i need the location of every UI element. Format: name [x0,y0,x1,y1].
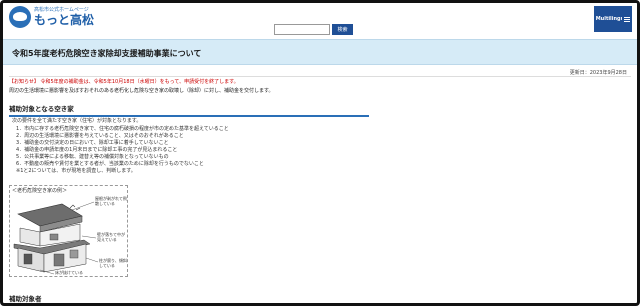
criteria-item: 2．周辺の生活環境に悪影響を与えていること、又はそのおそれがあること [16,133,184,139]
logo-mark-icon [9,6,31,28]
browser-frame: 高松市公式ホームページ もっと高松 検索 Multilingual 令和5年度老… [0,0,640,306]
logo-text: 高松市公式ホームページ もっと高松 [34,7,94,27]
search-input[interactable] [274,24,330,35]
page-title: 令和5年度老朽危険空き家除却支援補助事業について [12,49,202,58]
section-heading-target-houses: 補助対象となる空き家 [9,103,369,117]
figure-label: 屋根が剥がれて飛散している [95,196,127,206]
updated-date: 更新日：2023年9月28日 [569,70,627,76]
criteria-item: 5．公共事業等による移転、建替え等の補償対象となっていないもの [16,154,169,160]
section-intro: 次の要件を全て満たす空き家（住宅）が対象となります。 [12,118,142,124]
logo-main-text: もっと高松 [34,13,95,27]
footnote: ※1と2については、市が現地を調査し、判断します。 [16,168,136,174]
notice-description: 周辺の生活環境に悪影響を及ぼすおそれのある老朽化し危険な空き家の取壊し（除却）に… [9,88,274,94]
criteria-item: 3．補助金の交付決定の日において、除却工事に着手していないこと [16,140,169,146]
criteria-item: 6．不動産の販売や賃付を業とする者が、当該業のために除却を行うものでないこと [16,161,204,167]
notice: 【お知らせ】 令和5年度の補助金は、令和5年10月18日（水曜日）をもって、申請… [9,76,631,95]
site-logo[interactable]: 高松市公式ホームページ もっと高松 [9,6,94,28]
section-body: 次の要件を全て満たす空き家（住宅）が対象となります。 1．市内に存する老朽危険空… [12,118,612,175]
site-header: 高松市公式ホームページ もっと高松 検索 Multilingual [3,3,637,39]
menu-icon[interactable] [622,6,632,32]
section-heading-eligible-applicants: 補助対象者 [9,293,369,303]
figure-label: 柱が腐り、傾斜している [99,258,127,268]
site-search: 検索 [274,24,353,35]
figure-label: 壁が落ちて中が見えている [97,232,125,242]
criteria-item: 1．市内に存する老朽危険空き家で、住宅の腐朽破損の程度が市の定めた基準を超えてい… [16,126,229,132]
search-button[interactable]: 検索 [332,24,353,35]
criteria-item: 4．補助金の申請年度の1月末日までに除却工事の完了が見込まれること [16,147,178,153]
house-illustration: ＜老朽危険空き家の例＞ 屋根が剥がれて飛散している 壁が落ちて中が見えている 床… [9,185,128,277]
figure-label: 床が抜けている [55,270,83,275]
title-band: 令和5年度老朽危険空き家除却支援補助事業について [3,39,637,65]
notice-red-text: 【お知らせ】 令和5年度の補助金は、令和5年10月18日（水曜日）をもって、申請… [9,79,239,85]
criteria-list: 1．市内に存する老朽危険空き家で、住宅の腐朽破損の程度が市の定めた基準を超えてい… [12,126,612,168]
